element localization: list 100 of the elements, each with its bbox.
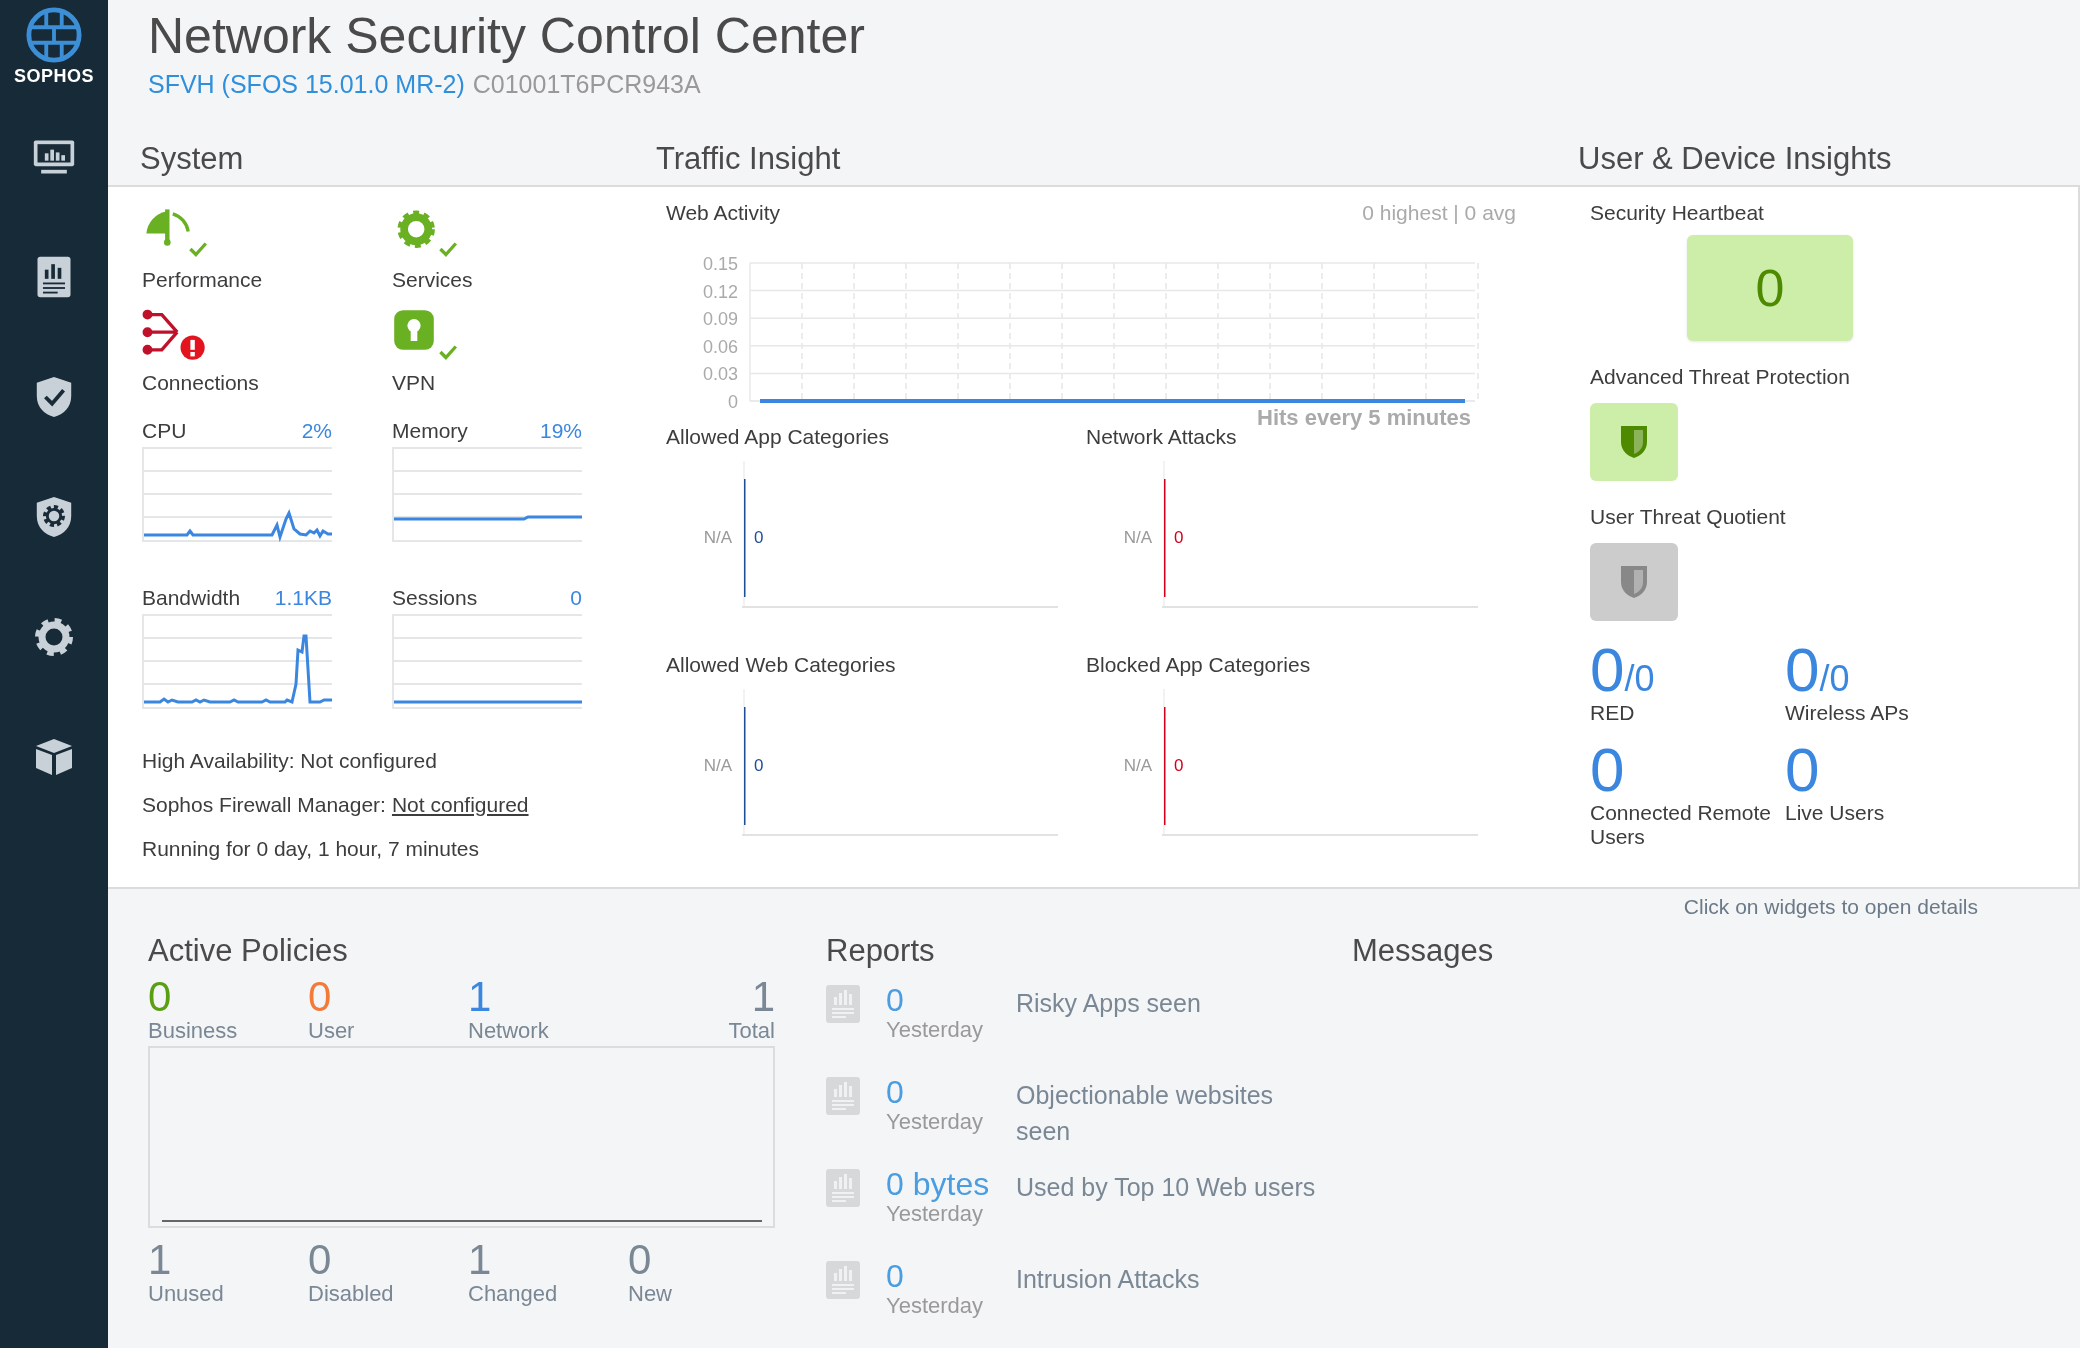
policy-count[interactable]: 0 bbox=[148, 975, 308, 1020]
policy-label: Unused bbox=[148, 1282, 225, 1306]
page-title: Network Security Control Center bbox=[148, 7, 866, 66]
status-icon[interactable] bbox=[142, 308, 208, 363]
policy-label: Network bbox=[468, 1019, 550, 1043]
section-heading: System bbox=[139, 141, 245, 177]
counter-label: Wireless APs bbox=[1785, 701, 1910, 726]
sparkline-chart[interactable] bbox=[392, 614, 582, 709]
report-period: Yesterday bbox=[886, 1110, 985, 1135]
report-value[interactable]: 0 bbox=[886, 983, 1016, 1019]
section-heading: User & Device Insights bbox=[1577, 141, 1893, 177]
category-label: N/A bbox=[703, 528, 732, 547]
firmware-version: SFVH (SFOS 15.01.0 MR-2) bbox=[148, 70, 465, 99]
info-text: High Availability: Not configured bbox=[142, 749, 437, 773]
counter-total: /0 bbox=[1819, 661, 1850, 697]
shield-tile[interactable] bbox=[1590, 403, 1678, 481]
hint-text: Click on widgets to open details bbox=[1683, 895, 1978, 919]
policy-count[interactable]: 1 bbox=[148, 1238, 308, 1283]
report-value[interactable]: 0 bytes bbox=[886, 1167, 1016, 1203]
axis-tick-label: 0.06 bbox=[702, 336, 738, 357]
policy-label: Disabled bbox=[308, 1282, 395, 1306]
policy-label: User bbox=[308, 1019, 356, 1043]
meter-value: 2% bbox=[301, 419, 332, 443]
report-description: Intrusion Attacks bbox=[1016, 1264, 1200, 1295]
policy-label: New bbox=[628, 1282, 673, 1306]
report-value[interactable]: 0 bbox=[886, 1075, 1016, 1111]
shield-icon bbox=[1619, 564, 1649, 600]
axis-tick-label: 0.12 bbox=[702, 281, 738, 302]
policy-count[interactable]: 1 bbox=[468, 975, 628, 1020]
policy-label: Total bbox=[728, 1019, 775, 1043]
counter-total: /0 bbox=[1624, 661, 1655, 697]
bar-value: 0 bbox=[754, 528, 764, 547]
counter-value[interactable]: 0 bbox=[1785, 639, 1820, 701]
counter-label: RED bbox=[1590, 701, 1636, 726]
report-description: Used by Top 10 Web users bbox=[1016, 1172, 1316, 1203]
status-label: Performance bbox=[142, 268, 264, 292]
meter-label: Bandwidth bbox=[142, 586, 241, 610]
serial-number: C01001T6PCR943A bbox=[472, 70, 701, 99]
meter-value: 19% bbox=[539, 419, 582, 443]
info-text: Sophos Firewall Manager: bbox=[142, 793, 386, 817]
chart-title: Allowed Web Categories bbox=[666, 653, 896, 676]
axis-tick-label: 0.09 bbox=[702, 309, 738, 330]
report-description: Risky Apps seen bbox=[1016, 988, 1201, 1019]
status-label: VPN bbox=[392, 371, 437, 395]
shield-icon bbox=[1619, 424, 1649, 460]
widget-title: User Threat Quotient bbox=[1590, 505, 1786, 529]
widget-title: Advanced Threat Protection bbox=[1590, 365, 1850, 389]
chart-title: Blocked App Categories bbox=[1086, 653, 1311, 676]
report-period: Yesterday bbox=[886, 1294, 985, 1319]
section-heading: Active Policies bbox=[148, 933, 349, 969]
counter-value[interactable]: 0 bbox=[1785, 739, 1820, 802]
brand-name: SOPHOS bbox=[14, 66, 94, 87]
report-value[interactable]: 0 bbox=[886, 1259, 1016, 1295]
section-heading: Traffic Insight bbox=[656, 141, 842, 177]
bar-value: 0 bbox=[754, 756, 764, 775]
policy-count[interactable]: 1 bbox=[751, 975, 775, 1020]
axis-tick-label: 0.03 bbox=[702, 364, 738, 385]
policy-count[interactable]: 0 bbox=[308, 1238, 468, 1283]
meter-value: 0 bbox=[570, 586, 582, 610]
category-label: N/A bbox=[703, 756, 732, 775]
counter-label: Connected Remote Users bbox=[1590, 801, 1772, 850]
policy-count[interactable]: 1 bbox=[468, 1238, 628, 1283]
configure-link[interactable]: Not configured bbox=[391, 793, 529, 817]
shield-tile[interactable] bbox=[1590, 543, 1678, 621]
heartbeat-tile[interactable]: 0 bbox=[1687, 235, 1853, 341]
meter-label: Memory bbox=[392, 419, 468, 443]
chart-summary: 0 highest | 0 avg bbox=[1362, 201, 1516, 225]
meter-label: CPU bbox=[142, 419, 187, 443]
sparkline-chart[interactable] bbox=[392, 447, 582, 542]
policy-count[interactable]: 0 bbox=[628, 1238, 775, 1283]
policy-label: Changed bbox=[468, 1282, 559, 1306]
section-heading: Reports bbox=[826, 933, 936, 969]
axis-tick-label: 0.15 bbox=[702, 254, 738, 274]
policy-count[interactable]: 0 bbox=[308, 975, 468, 1020]
report-description: Objectionable websites seen bbox=[1016, 1080, 1275, 1147]
counter-value[interactable]: 0 bbox=[1590, 739, 1625, 802]
category-label: N/A bbox=[1123, 756, 1152, 775]
meter-value: 1.1KB bbox=[274, 586, 332, 610]
bar-value: 0 bbox=[1174, 528, 1184, 547]
settings-icon[interactable] bbox=[32, 615, 76, 659]
sparkline-chart[interactable] bbox=[142, 614, 332, 709]
globe-logo-icon bbox=[25, 6, 83, 64]
meter-label: Sessions bbox=[392, 586, 478, 610]
report-period: Yesterday bbox=[886, 1018, 985, 1043]
chart-title: Network Attacks bbox=[1086, 425, 1237, 448]
report-period: Yesterday bbox=[886, 1202, 984, 1227]
status-label: Connections bbox=[142, 371, 260, 395]
status-label: Services bbox=[392, 268, 474, 292]
axis-tick-label: 0 bbox=[728, 392, 738, 412]
policy-label: Business bbox=[148, 1019, 239, 1043]
bar-value: 0 bbox=[1174, 756, 1184, 775]
counter-value[interactable]: 0 bbox=[1590, 639, 1625, 701]
sparkline-chart[interactable] bbox=[142, 447, 332, 542]
widget-title: Security Heartbeat bbox=[1590, 201, 1764, 225]
category-label: N/A bbox=[1123, 528, 1152, 547]
chart-title: Allowed App Categories bbox=[666, 425, 889, 448]
counter-label: Live Users bbox=[1785, 801, 1886, 826]
chart-title: Web Activity bbox=[666, 201, 780, 225]
axis-title: Hits every 5 minutes bbox=[1257, 405, 1471, 430]
section-heading: Messages bbox=[1352, 933, 1495, 969]
